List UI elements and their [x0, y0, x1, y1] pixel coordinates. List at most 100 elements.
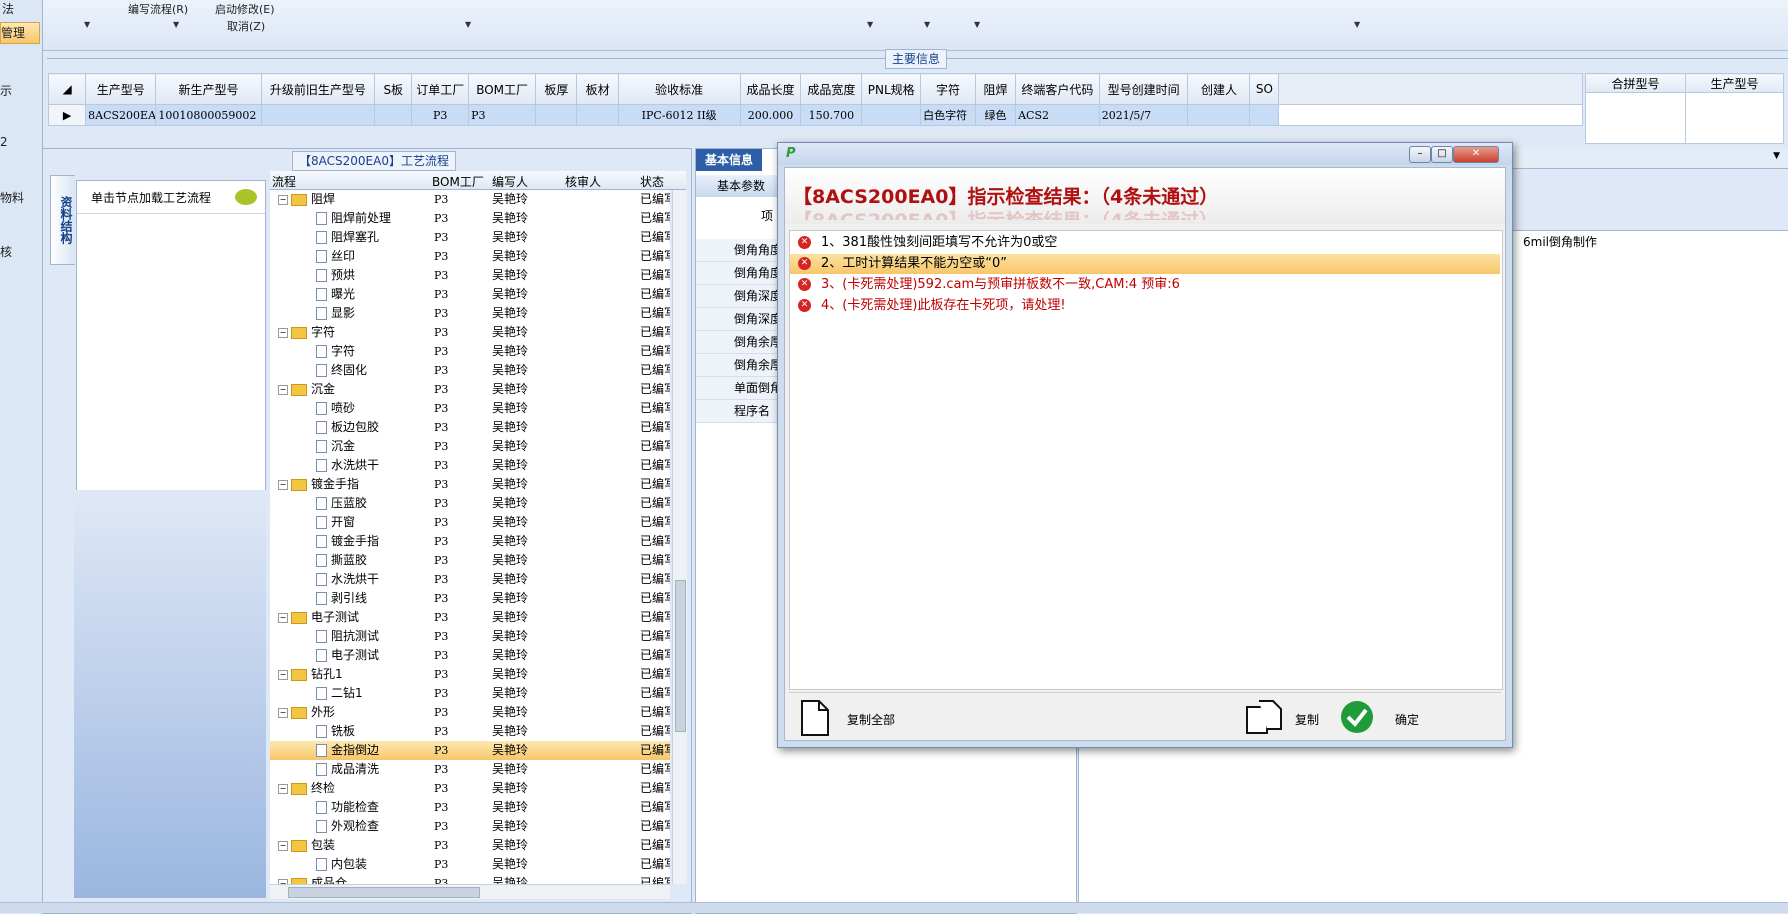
tree-node[interactable]: − 钻孔1 P3 吴艳玲 已编写: [270, 665, 670, 684]
tree-node[interactable]: 显影 P3 吴艳玲 已编写: [270, 304, 670, 323]
column-header[interactable]: 核审人: [565, 173, 601, 190]
tree-node[interactable]: 曝光 P3 吴艳玲 已编写: [270, 285, 670, 304]
tree-node[interactable]: 金指倒边 P3 吴艳玲 已编写: [270, 741, 670, 760]
maximize-icon[interactable]: □: [1431, 146, 1453, 163]
table-row[interactable]: ▶ 8ACS200EA0 10010800059002 P3 P3 IPC-60…: [47, 104, 1583, 126]
dropdown-arrow-icon[interactable]: ▼: [465, 20, 471, 29]
message-item[interactable]: ✕ 1、381酸性蚀刻间距填写不允许为0或空: [790, 233, 1500, 253]
table-cell[interactable]: 10010800059002: [155, 104, 262, 126]
column-header[interactable]: 板厚: [535, 73, 578, 105]
tree-node[interactable]: 板边包胶 P3 吴艳玲 已编写: [270, 418, 670, 437]
collapse-icon[interactable]: −: [278, 384, 288, 395]
dropdown-arrow-icon[interactable]: ▼: [84, 20, 90, 29]
collapse-icon[interactable]: −: [278, 840, 288, 851]
table-cell[interactable]: [535, 104, 578, 126]
tree-node[interactable]: − 电子测试 P3 吴艳玲 已编写: [270, 608, 670, 627]
close-icon[interactable]: ✕: [1453, 146, 1499, 163]
table-cell[interactable]: 绿色: [974, 104, 1017, 126]
column-header[interactable]: SO: [1249, 73, 1280, 105]
tree-node[interactable]: 成品清洗 P3 吴艳玲 已编写: [270, 760, 670, 779]
tree-vertical-scrollbar[interactable]: [672, 190, 687, 884]
chevron-down-icon[interactable]: ▼: [1773, 151, 1780, 161]
table-cell[interactable]: 8ACS200EA0: [85, 104, 157, 126]
nav-item-top[interactable]: 法: [2, 0, 14, 17]
column-header[interactable]: S板: [374, 73, 413, 105]
collapse-icon[interactable]: −: [278, 669, 288, 680]
ribbon-write-process-button[interactable]: 编写流程(R): [128, 1, 188, 17]
nav-item-manage[interactable]: 管理: [0, 22, 40, 44]
tree-node[interactable]: − 沉金 P3 吴艳玲 已编写: [270, 380, 670, 399]
tree-node[interactable]: − 阻焊 P3 吴艳玲 已编写: [270, 190, 670, 209]
collapse-icon[interactable]: −: [278, 194, 288, 205]
copy-all-button[interactable]: 复制全部: [799, 699, 919, 736]
table-cell[interactable]: 2021/5/7: [1098, 104, 1189, 126]
tree-node[interactable]: 预烘 P3 吴艳玲 已编写: [270, 266, 670, 285]
column-header[interactable]: 订单工厂: [411, 73, 470, 105]
tree-node[interactable]: − 包装 P3 吴艳玲 已编写: [270, 836, 670, 855]
column-header[interactable]: 字符: [920, 73, 976, 105]
minimize-icon[interactable]: –: [1409, 146, 1431, 163]
column-header[interactable]: 合拼型号: [1585, 73, 1686, 93]
table-cell[interactable]: P3: [468, 104, 537, 126]
load-process-pane[interactable]: 单击节点加载工艺流程: [76, 180, 266, 492]
tab-data-structure[interactable]: 资料结构: [50, 175, 75, 265]
table-cell[interactable]: [374, 104, 413, 126]
tree-node[interactable]: − 字符 P3 吴艳玲 已编写: [270, 323, 670, 342]
table-cell[interactable]: 白色字符: [920, 104, 976, 126]
dialog-title-bar[interactable]: P – □ ✕: [778, 143, 1512, 165]
column-header[interactable]: PNL规格: [861, 73, 922, 105]
tree-node[interactable]: 剥引线 P3 吴艳玲 已编写: [270, 589, 670, 608]
tree-node[interactable]: 二钻1 P3 吴艳玲 已编写: [270, 684, 670, 703]
tree-node[interactable]: 开窗 P3 吴艳玲 已编写: [270, 513, 670, 532]
table-cell[interactable]: [1187, 104, 1251, 126]
ribbon-cancel-button[interactable]: 取消(Z): [227, 18, 265, 34]
column-header[interactable]: 成品长度: [739, 73, 802, 105]
table-cell[interactable]: IPC-6012 II级: [617, 104, 741, 126]
table-cell[interactable]: [576, 104, 619, 126]
column-header[interactable]: 新生产型号: [155, 73, 262, 105]
message-item[interactable]: ✕ 4、(卡死需处理)此板存在卡死项，请处理!: [790, 296, 1500, 316]
dropdown-arrow-icon[interactable]: ▼: [867, 20, 873, 29]
table-cell[interactable]: 200.000: [739, 104, 802, 126]
nav-item-material[interactable]: 物料: [0, 189, 24, 206]
column-header[interactable]: 流程: [272, 173, 296, 190]
corner-cell[interactable]: ◢: [47, 73, 87, 105]
nav-item-2[interactable]: 2: [0, 135, 8, 149]
tree-node[interactable]: 阻焊塞孔 P3 吴艳玲 已编写: [270, 228, 670, 247]
tree-node[interactable]: 喷砂 P3 吴艳玲 已编写: [270, 399, 670, 418]
column-header[interactable]: 生产型号: [85, 73, 157, 105]
collapse-icon[interactable]: −: [278, 707, 288, 718]
column-header[interactable]: 终端客户代码: [1015, 73, 1100, 105]
tree-node[interactable]: − 终检 P3 吴艳玲 已编写: [270, 779, 670, 798]
tree-node[interactable]: 阻抗测试 P3 吴艳玲 已编写: [270, 627, 670, 646]
process-tree[interactable]: −阻焊P3吴艳玲已编写阻焊前处理P3吴艳玲已编写阻焊塞孔P3吴艳玲已编写丝印P3…: [270, 190, 670, 884]
ribbon-start-edit-button[interactable]: 启动修改(E): [215, 1, 275, 17]
tree-node[interactable]: 终固化 P3 吴艳玲 已编写: [270, 361, 670, 380]
table-cell[interactable]: [1685, 92, 1784, 144]
dropdown-arrow-icon[interactable]: ▼: [173, 20, 179, 29]
column-header[interactable]: 编写人: [492, 173, 528, 190]
table-cell[interactable]: [260, 104, 376, 126]
column-header[interactable]: 阻焊: [974, 73, 1017, 105]
tree-node[interactable]: −成品仓P3吴艳玲已编写: [270, 874, 670, 884]
tree-node[interactable]: 字符 P3 吴艳玲 已编写: [270, 342, 670, 361]
column-header[interactable]: 型号创建时间: [1098, 73, 1189, 105]
collapse-icon[interactable]: −: [278, 327, 288, 338]
column-header[interactable]: BOM工厂: [468, 73, 537, 105]
tree-node[interactable]: − 外形 P3 吴艳玲 已编写: [270, 703, 670, 722]
dropdown-arrow-icon[interactable]: ▼: [924, 20, 930, 29]
column-header[interactable]: 板材: [576, 73, 619, 105]
tree-node[interactable]: 镀金手指 P3 吴艳玲 已编写: [270, 532, 670, 551]
message-item[interactable]: ✕ 3、(卡死需处理)592.cam与预审拼板数不一致,CAM:4 预审:6: [790, 275, 1500, 295]
copy-button[interactable]: 复制: [1245, 699, 1325, 735]
table-cell[interactable]: [861, 104, 922, 126]
dropdown-arrow-icon[interactable]: ▼: [974, 20, 980, 29]
collapse-icon[interactable]: −: [278, 783, 288, 794]
dropdown-arrow-icon[interactable]: ▼: [1354, 20, 1360, 29]
tree-node[interactable]: 水洗烘干 P3 吴艳玲 已编写: [270, 570, 670, 589]
column-header[interactable]: BOM工厂: [432, 173, 484, 190]
tree-node[interactable]: 水洗烘干 P3 吴艳玲 已编写: [270, 456, 670, 475]
column-header[interactable]: 升级前旧生产型号: [260, 73, 376, 105]
tree-node[interactable]: 铣板 P3 吴艳玲 已编写: [270, 722, 670, 741]
nav-item-display[interactable]: 示: [0, 82, 12, 99]
